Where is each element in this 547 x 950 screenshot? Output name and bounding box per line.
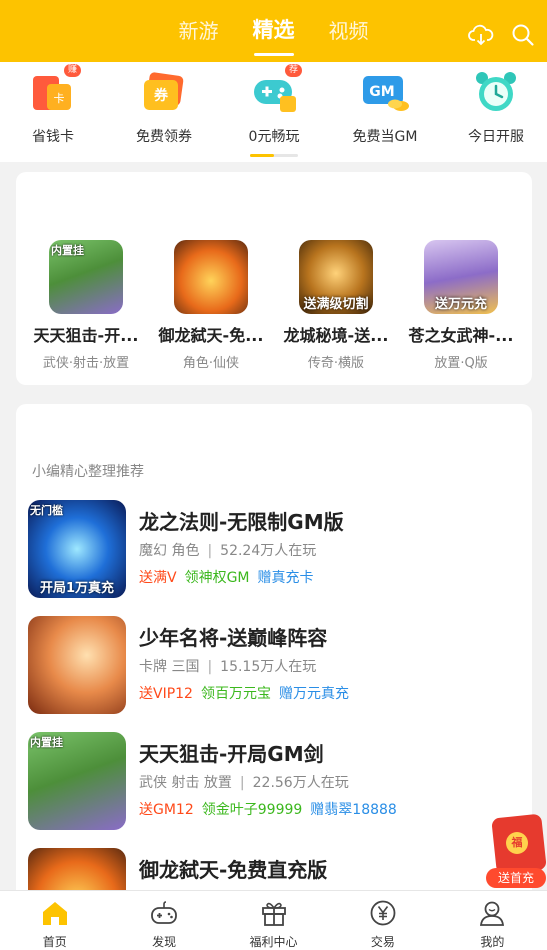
gamepad-icon	[151, 901, 178, 924]
game-thumbnail	[174, 240, 248, 314]
tab-new-games[interactable]: 新游	[179, 15, 219, 48]
svg-text:卡: 卡	[54, 92, 65, 105]
game-tags: 角色·仙侠	[182, 356, 240, 371]
featured-game-item[interactable]: 御龙弑天-免... 角色·仙侠	[151, 240, 271, 371]
game-title: 御龙弑天-免费直充版	[139, 858, 328, 882]
gift-label: 送首充	[486, 868, 546, 888]
game-name: 龙城秘境-送...	[283, 326, 389, 345]
nav-label: 我的	[480, 935, 505, 949]
nav-discover[interactable]: 发现	[109, 891, 218, 950]
alarm-clock-icon	[472, 68, 520, 116]
game-perks: 送VIP12 领百万元宝 赠万元真充	[139, 686, 349, 702]
page-indicator	[250, 154, 298, 157]
featured-game-item[interactable]: 送满级切割 龙城秘境-送... 传奇·横版	[276, 240, 396, 371]
yen-icon	[370, 900, 396, 926]
game-thumbnail: 送万元充	[424, 240, 498, 314]
game-thumbnail	[28, 616, 126, 714]
coin-icon: 福	[506, 832, 528, 854]
badge: 荐	[284, 64, 302, 77]
game-thumbnail: 送满级切割	[299, 240, 373, 314]
quick-entry-zero-play[interactable]: 荐 0元畅玩	[224, 64, 324, 146]
game-name: 天天狙击-开...	[33, 326, 139, 345]
svg-text:GM: GM	[369, 84, 394, 100]
gamepad-icon: 荐	[250, 64, 302, 116]
game-list-item[interactable]: 少年名将-送巅峰阵容 卡牌 三国 | 15.15万人在玩 送VIP12 领百万元宝 赠万…	[28, 616, 518, 716]
card-icon: 卡 赚	[29, 64, 81, 116]
badge: 赚	[63, 64, 81, 77]
quick-entry-label: 省钱卡	[32, 129, 74, 145]
game-thumbnail: 内置挂	[28, 732, 126, 830]
quick-entry-label: 免费领券	[136, 129, 192, 145]
quick-entry-savings-card[interactable]: 卡 赚 省钱卡	[3, 64, 103, 146]
nav-label: 首页	[42, 935, 67, 949]
featured-game-item[interactable]: 内置挂 天天狙击-开... 武侠·射击·放置	[26, 240, 146, 371]
home-icon	[42, 902, 67, 925]
game-tags: 传奇·横版	[307, 356, 365, 371]
quick-entry-free-gm[interactable]: GM 免费当GM	[335, 68, 435, 146]
game-meta: 卡牌 三国 | 15.15万人在玩	[139, 659, 317, 675]
quick-entry-free-coupon[interactable]: 券 免费领券	[114, 68, 214, 146]
game-thumbnail: 无门槛 开局1万真充	[28, 500, 126, 598]
tab-featured[interactable]: 精选	[253, 14, 295, 48]
top-tabs: 新游 精选 视频	[0, 0, 547, 62]
game-tags: 武侠·射击·放置	[42, 356, 130, 371]
profile-icon	[480, 901, 505, 926]
game-meta: 武侠 射击 放置 | 22.56万人在玩	[139, 775, 349, 791]
cloud-download-icon[interactable]	[468, 22, 494, 48]
gm-icon: GM	[361, 68, 409, 116]
quick-entry-bar: 卡 赚 省钱卡 券 免费领券 荐 0元畅玩 GM 免费当GM 今日开服	[0, 62, 547, 162]
game-perks: 送GM12 领金叶子99999 赠翡翠18888	[139, 802, 397, 818]
nav-label: 发现	[152, 935, 177, 949]
search-icon[interactable]	[510, 22, 536, 48]
game-meta: 魔幻 角色 | 52.24万人在玩	[139, 543, 317, 559]
featured-game-item[interactable]: 送万元充 苍之女武神-... 放置·Q版	[401, 240, 521, 371]
section-title: 小编精心整理推荐	[32, 464, 144, 480]
nav-trade[interactable]: 交易	[328, 891, 437, 950]
tab-video[interactable]: 视频	[329, 15, 369, 48]
first-recharge-gift-button[interactable]: 福 送首充	[486, 813, 547, 888]
nav-welfare-center[interactable]: 福利中心	[219, 891, 328, 950]
nav-mine[interactable]: 我的	[438, 891, 547, 950]
quick-entry-label: 0元畅玩	[248, 129, 300, 145]
nav-label: 交易	[370, 935, 395, 949]
game-name: 苍之女武神-...	[408, 326, 514, 345]
game-thumbnail: 内置挂	[49, 240, 123, 314]
game-name: 御龙弑天-免...	[158, 326, 264, 345]
quick-entry-today-servers[interactable]: 今日开服	[446, 68, 546, 146]
game-list-item[interactable]: 无门槛 开局1万真充 龙之法则-无限制GM版 魔幻 角色 | 52.24万人在玩 送…	[28, 500, 518, 600]
game-title: 天天狙击-开局GM剑	[139, 742, 324, 766]
gift-icon	[261, 902, 286, 926]
svg-text:券: 券	[154, 87, 169, 104]
quick-entry-label: 免费当GM	[352, 129, 418, 145]
game-tags: 放置·Q版	[434, 356, 488, 371]
top-header: 新游 精选 视频	[0, 0, 547, 62]
nav-home[interactable]: 首页	[0, 891, 109, 950]
game-title: 龙之法则-无限制GM版	[139, 510, 344, 534]
game-perks: 送满V 领神权GM 赠真充卡	[139, 570, 314, 586]
quick-entry-label: 今日开服	[468, 129, 524, 145]
recommend-card: 小编精心整理推荐 无门槛 开局1万真充 龙之法则-无限制GM版 魔幻 角色 | 52…	[16, 404, 532, 904]
bottom-nav: 首页 发现 福利中心 交易 我的	[0, 890, 547, 950]
nav-label: 福利中心	[249, 935, 298, 949]
game-title: 少年名将-送巅峰阵容	[139, 626, 328, 650]
game-list-item[interactable]: 内置挂 天天狙击-开局GM剑 武侠 射击 放置 | 22.56万人在玩 送GM12 领…	[28, 732, 518, 832]
featured-games-card: 内置挂 天天狙击-开... 武侠·射击·放置 御龙弑天-免... 角色·仙侠 送…	[16, 172, 532, 385]
coupon-icon: 券	[140, 68, 188, 116]
